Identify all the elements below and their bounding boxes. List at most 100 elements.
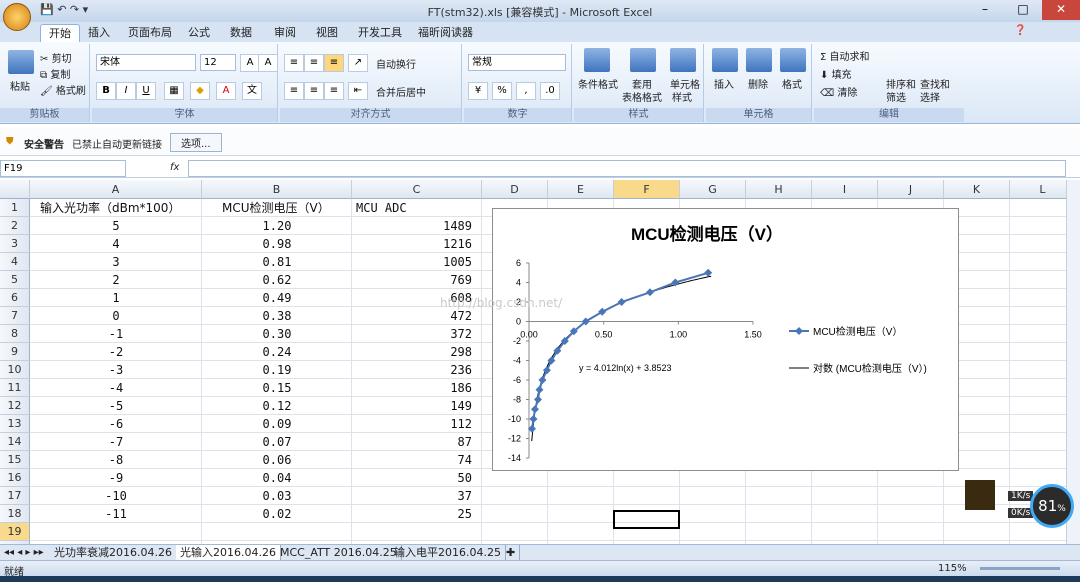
table-cell[interactable]: 1216 — [352, 235, 472, 253]
paste-button[interactable]: 粘贴 — [10, 78, 30, 93]
tab-home[interactable]: 开始 — [40, 24, 80, 42]
row-header-9[interactable]: 9 — [0, 343, 30, 361]
row-header-11[interactable]: 11 — [0, 379, 30, 397]
bold-button[interactable]: B — [96, 82, 116, 100]
autosum-button[interactable]: Σ 自动求和 — [820, 48, 870, 63]
zoom-level[interactable]: 115% — [938, 563, 967, 574]
table-cell[interactable]: 5 — [30, 217, 202, 235]
row-header-19[interactable]: 19 — [0, 523, 30, 541]
row-header-8[interactable]: 8 — [0, 325, 30, 343]
column-header-h[interactable]: H — [746, 180, 812, 199]
border-button[interactable]: ▦ — [164, 82, 184, 100]
wrap-text-button[interactable]: 自动换行 — [376, 56, 416, 71]
table-cell[interactable]: -6 — [30, 415, 202, 433]
table-cell[interactable]: 0.49 — [202, 289, 352, 307]
table-cell[interactable]: 1489 — [352, 217, 472, 235]
sheet-tab-1[interactable]: 光功率衰减2016.04.26 — [50, 545, 177, 561]
table-cell[interactable]: 50 — [352, 469, 472, 487]
column-header-f[interactable]: F — [614, 180, 680, 199]
number-format-select[interactable]: 常规 — [468, 54, 566, 71]
table-cell[interactable]: 112 — [352, 415, 472, 433]
table-cell[interactable]: 0.30 — [202, 325, 352, 343]
row-header-14[interactable]: 14 — [0, 433, 30, 451]
table-cell[interactable]: 3 — [30, 253, 202, 271]
font-color-button[interactable]: A — [216, 82, 236, 100]
table-cell[interactable]: -7 — [30, 433, 202, 451]
table-cell[interactable]: -2 — [30, 343, 202, 361]
tab-developer[interactable]: 开发工具 — [350, 24, 410, 42]
format-cells-icon[interactable] — [780, 48, 806, 72]
chart[interactable]: MCU检测电压（V） 6 4 2 0 -2 -4 -6 -8 -10 -12 -14 0.00 0.50 1… — [492, 208, 959, 471]
table-cell[interactable]: -1 — [30, 325, 202, 343]
align-bottom-icon[interactable]: ≡ — [324, 54, 344, 72]
font-size-select[interactable]: 12 — [200, 54, 236, 71]
sheet-tab-2[interactable]: 光输入2016.04.26 — [176, 545, 281, 561]
align-middle-icon[interactable]: ≡ — [304, 54, 324, 72]
help-icon[interactable]: ❓ — [1014, 25, 1026, 36]
comma-icon[interactable]: , — [516, 82, 536, 100]
table-cell[interactable]: 0.81 — [202, 253, 352, 271]
close-button[interactable]: ✕ — [1042, 0, 1080, 20]
align-right-icon[interactable]: ≡ — [324, 82, 344, 100]
grow-font-button[interactable]: A — [240, 54, 260, 72]
paste-icon[interactable] — [8, 50, 34, 74]
row-header-17[interactable]: 17 — [0, 487, 30, 505]
row-header-5[interactable]: 5 — [0, 271, 30, 289]
table-cell[interactable]: 0.07 — [202, 433, 352, 451]
formula-input[interactable] — [188, 160, 1066, 177]
clear-button[interactable]: ⌫ 清除 — [820, 84, 857, 99]
table-cell[interactable]: 0.02 — [202, 505, 352, 523]
row-header-4[interactable]: 4 — [0, 253, 30, 271]
table-cell[interactable]: 0.15 — [202, 379, 352, 397]
cut-button[interactable]: ✂ 剪切 — [40, 50, 72, 65]
align-center-icon[interactable]: ≡ — [304, 82, 324, 100]
format-cells-button[interactable]: 格式 — [782, 76, 802, 91]
table-cell[interactable]: 769 — [352, 271, 472, 289]
table-cell[interactable]: -8 — [30, 451, 202, 469]
sheet-tab-4[interactable]: 输入电平2016.04.25 — [390, 545, 506, 561]
row-header-10[interactable]: 10 — [0, 361, 30, 379]
percent-button[interactable]: % — [492, 82, 512, 100]
maximize-button[interactable]: □ — [1004, 0, 1042, 20]
merge-center-button[interactable]: 合并后居中 — [376, 84, 426, 99]
tab-foxit[interactable]: 福昕阅读器 — [410, 24, 481, 42]
cell-styles-icon[interactable] — [670, 48, 696, 72]
phonetic-button[interactable]: 文 — [242, 82, 262, 100]
tab-page-layout[interactable]: 页面布局 — [120, 24, 180, 42]
column-header-e[interactable]: E — [548, 180, 614, 199]
sheet-tab-3[interactable]: MCC_ATT 2016.04.25 — [276, 545, 402, 561]
cpu-gauge[interactable]: 81% — [1030, 484, 1074, 528]
underline-button[interactable]: U — [136, 82, 156, 100]
zoom-slider[interactable] — [980, 567, 1060, 570]
format-painter-button[interactable]: 🖌 格式刷 — [40, 82, 86, 97]
vertical-scrollbar[interactable] — [1066, 180, 1080, 544]
insert-cells-icon[interactable] — [712, 48, 738, 72]
table-format-icon[interactable] — [630, 48, 656, 72]
column-header-k[interactable]: K — [944, 180, 1010, 199]
column-header-g[interactable]: G — [680, 180, 746, 199]
table-cell[interactable]: 37 — [352, 487, 472, 505]
orientation-icon[interactable]: ↗ — [348, 54, 368, 72]
header-c1[interactable]: MCU ADC — [356, 199, 407, 217]
column-header-b[interactable]: B — [202, 180, 352, 199]
table-cell[interactable]: 1 — [30, 289, 202, 307]
table-cell[interactable]: 186 — [352, 379, 472, 397]
select-all-corner[interactable] — [0, 180, 30, 199]
font-name-select[interactable]: 宋体 — [96, 54, 196, 71]
table-cell[interactable]: 87 — [352, 433, 472, 451]
table-cell[interactable]: 372 — [352, 325, 472, 343]
insert-cells-button[interactable]: 插入 — [714, 76, 734, 91]
tab-formulas[interactable]: 公式 — [180, 24, 218, 42]
table-cell[interactable]: 0.09 — [202, 415, 352, 433]
table-cell[interactable]: 298 — [352, 343, 472, 361]
italic-button[interactable]: I — [116, 82, 136, 100]
table-cell[interactable]: -9 — [30, 469, 202, 487]
table-cell[interactable]: 0.62 — [202, 271, 352, 289]
tab-data[interactable]: 数据 — [222, 24, 260, 42]
table-cell[interactable]: 0.03 — [202, 487, 352, 505]
copy-button[interactable]: ⧉ 复制 — [40, 66, 70, 81]
tab-review[interactable]: 审阅 — [266, 24, 304, 42]
table-cell[interactable]: 0.06 — [202, 451, 352, 469]
fill-color-button[interactable]: ◆ — [190, 82, 210, 100]
row-header-12[interactable]: 12 — [0, 397, 30, 415]
